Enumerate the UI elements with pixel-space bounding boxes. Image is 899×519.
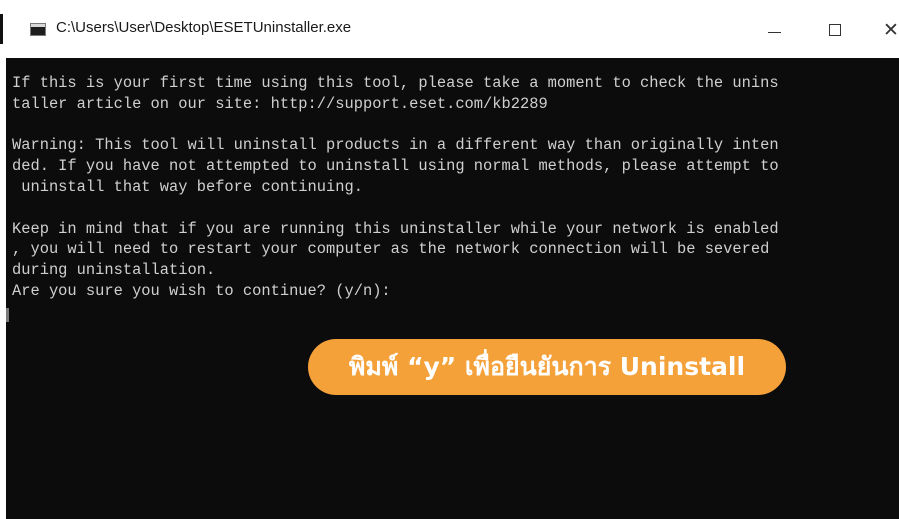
title-bar[interactable]: C:\Users\User\Desktop\ESETUninstaller.ex… — [6, 0, 899, 58]
window-edge-marker — [0, 14, 3, 44]
minimize-icon — [767, 31, 781, 33]
console-line: If this is your first time using this to… — [12, 74, 779, 92]
console-line: Warning: This tool will uninstall produc… — [12, 136, 779, 155]
maximize-icon — [829, 24, 841, 36]
instruction-callout: พิมพ์ “y” เพื่อยืนยันการ Uninstall — [308, 339, 786, 395]
console-line: uninstall that way before continuing. — [12, 177, 363, 196]
scroll-marker — [6, 308, 9, 322]
console-line: taller article on our site: http://suppo… — [12, 94, 548, 113]
console-line: during uninstallation. — [12, 261, 216, 280]
close-button[interactable]: ✕ — [868, 12, 899, 48]
window-title: C:\Users\User\Desktop\ESETUninstaller.ex… — [56, 19, 352, 36]
console-text: If this is your first time using this to… — [12, 73, 897, 302]
minimize-button[interactable] — [751, 12, 797, 48]
console-output-area[interactable]: If this is your first time using this to… — [6, 58, 899, 519]
console-app-icon[interactable] — [30, 23, 46, 36]
maximize-button[interactable] — [812, 12, 858, 48]
console-line: ded. If you have not attempted to uninst… — [12, 157, 779, 176]
console-prompt-line[interactable]: Are you sure you wish to continue? (y/n)… — [12, 282, 391, 300]
console-line: , you will need to restart your computer… — [12, 240, 770, 259]
close-icon: ✕ — [883, 18, 899, 41]
console-line: Keep in mind that if you are running thi… — [12, 219, 779, 238]
console-window: C:\Users\User\Desktop\ESETUninstaller.ex… — [0, 0, 899, 519]
